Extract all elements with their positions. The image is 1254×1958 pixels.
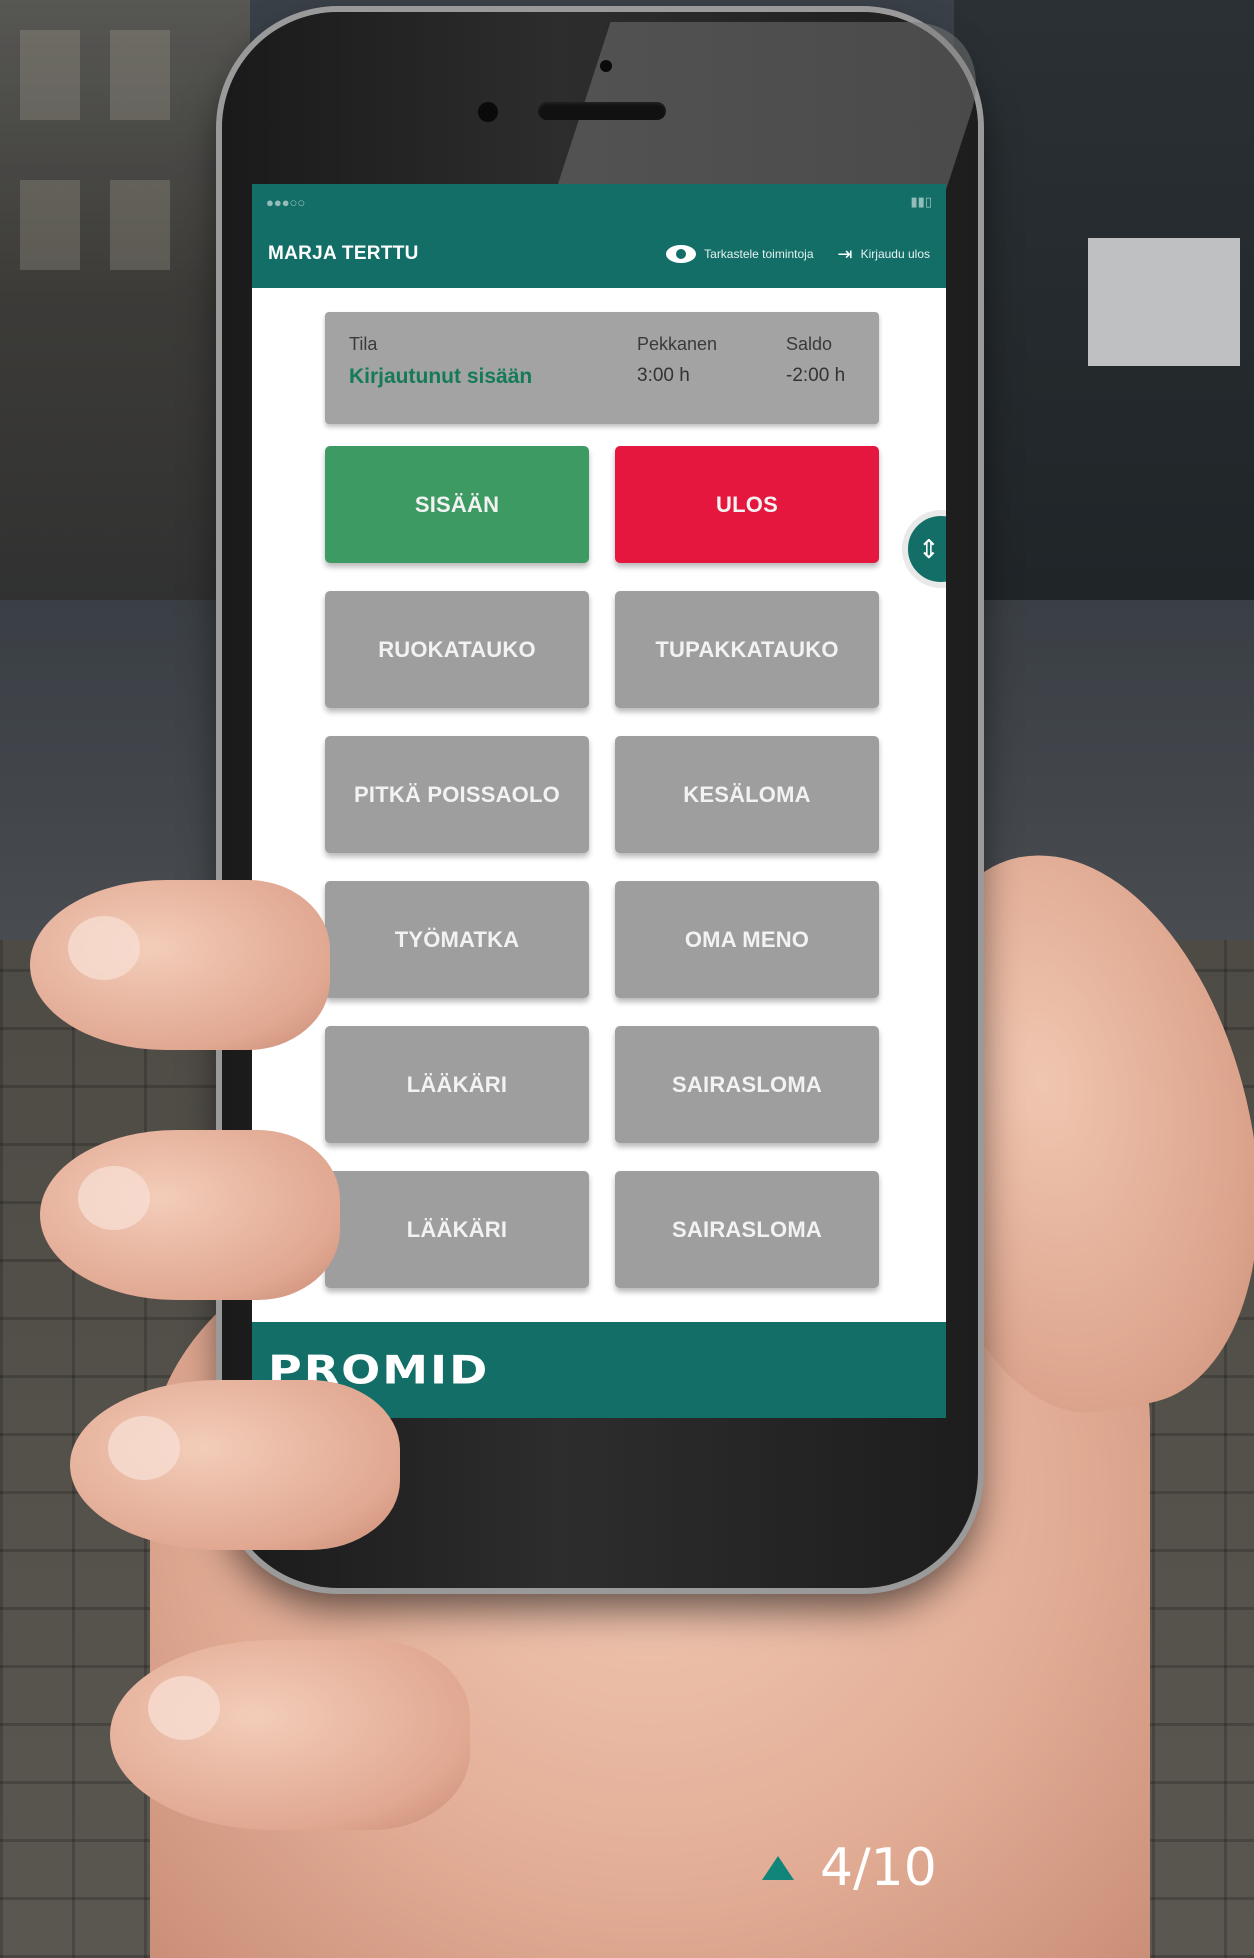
signal-icon: ●●●○○: [266, 194, 306, 210]
app-header: MARJA TERTTU Tarkastele toimintoja ⇥ Kir…: [252, 220, 946, 288]
up-down-icon: ⇕: [918, 533, 940, 564]
logout-button[interactable]: ⇥ Kirjaudu ulos: [838, 244, 930, 265]
hand-finger: [30, 880, 330, 1050]
hand-finger: [40, 1130, 340, 1300]
saldo-value: -2:00 h: [786, 365, 846, 386]
pekkanen-column: Pekkanen 3:00 h: [637, 334, 717, 387]
up-triangle-icon: [762, 1856, 794, 1880]
clock-out-button[interactable]: ULOS: [615, 446, 879, 563]
background-sign: [1088, 238, 1240, 366]
phone-camera: [478, 102, 498, 122]
action-button-grid: SISÄÄN ULOS RUOKATAUKO TUPAKKATAUKO PITK…: [325, 446, 879, 1288]
app-screen: ●●●○○ ▮▮▯ MARJA TERTTU Tarkastele toimin…: [252, 184, 946, 1418]
saldo-column: Saldo -2:00 h: [786, 334, 845, 387]
logout-icon: ⇥: [837, 243, 853, 264]
hand-finger: [70, 1380, 400, 1550]
long-absence-button[interactable]: PITKÄ POISSAOLO: [325, 736, 589, 853]
pager-text: 4/10: [820, 1838, 937, 1898]
saldo-label: Saldo: [786, 334, 833, 354]
state-value: Kirjautunut sisään: [349, 365, 533, 388]
sick-leave-button[interactable]: SAIRASLOMA: [615, 1026, 879, 1143]
battery-icon: ▮▮▯: [910, 194, 932, 209]
sick-leave-button[interactable]: SAIRASLOMA: [615, 1171, 879, 1288]
smoke-break-button[interactable]: TUPAKKATAUKO: [615, 591, 879, 708]
state-label: Tila: [349, 334, 378, 354]
status-card: Tila Kirjautunut sisään Pekkanen 3:00 h …: [325, 312, 879, 424]
view-actions-label: Tarkastele toimintoja: [704, 247, 814, 261]
clock-in-button[interactable]: SISÄÄN: [325, 446, 589, 563]
state-column: Tila Kirjautunut sisään: [349, 334, 532, 389]
pekkanen-label: Pekkanen: [637, 334, 718, 354]
doctor-button[interactable]: LÄÄKÄRI: [325, 1026, 589, 1143]
status-bar: ●●●○○ ▮▮▯: [252, 184, 946, 220]
doctor-button[interactable]: LÄÄKÄRI: [325, 1171, 589, 1288]
personal-errand-button[interactable]: OMA MENO: [615, 881, 879, 998]
user-name: MARJA TERTTU: [268, 243, 419, 264]
phone-sensor: [600, 60, 612, 72]
lunch-break-button[interactable]: RUOKATAUKO: [325, 591, 589, 708]
phone: ●●●○○ ▮▮▯ MARJA TERTTU Tarkastele toimin…: [222, 12, 1001, 1588]
hand-finger: [110, 1640, 470, 1830]
eye-icon: [666, 245, 697, 263]
pekkanen-value: 3:00 h: [637, 365, 690, 386]
phone-speaker: [538, 102, 666, 120]
logout-label: Kirjaudu ulos: [860, 247, 930, 261]
slide-pager[interactable]: 4/10: [762, 1838, 937, 1898]
scroll-toggle-button[interactable]: ⇕: [902, 510, 946, 588]
summer-vacation-button[interactable]: KESÄLOMA: [615, 736, 879, 853]
business-trip-button[interactable]: TYÖMATKA: [325, 881, 589, 998]
view-actions-button[interactable]: Tarkastele toimintoja: [666, 245, 814, 263]
